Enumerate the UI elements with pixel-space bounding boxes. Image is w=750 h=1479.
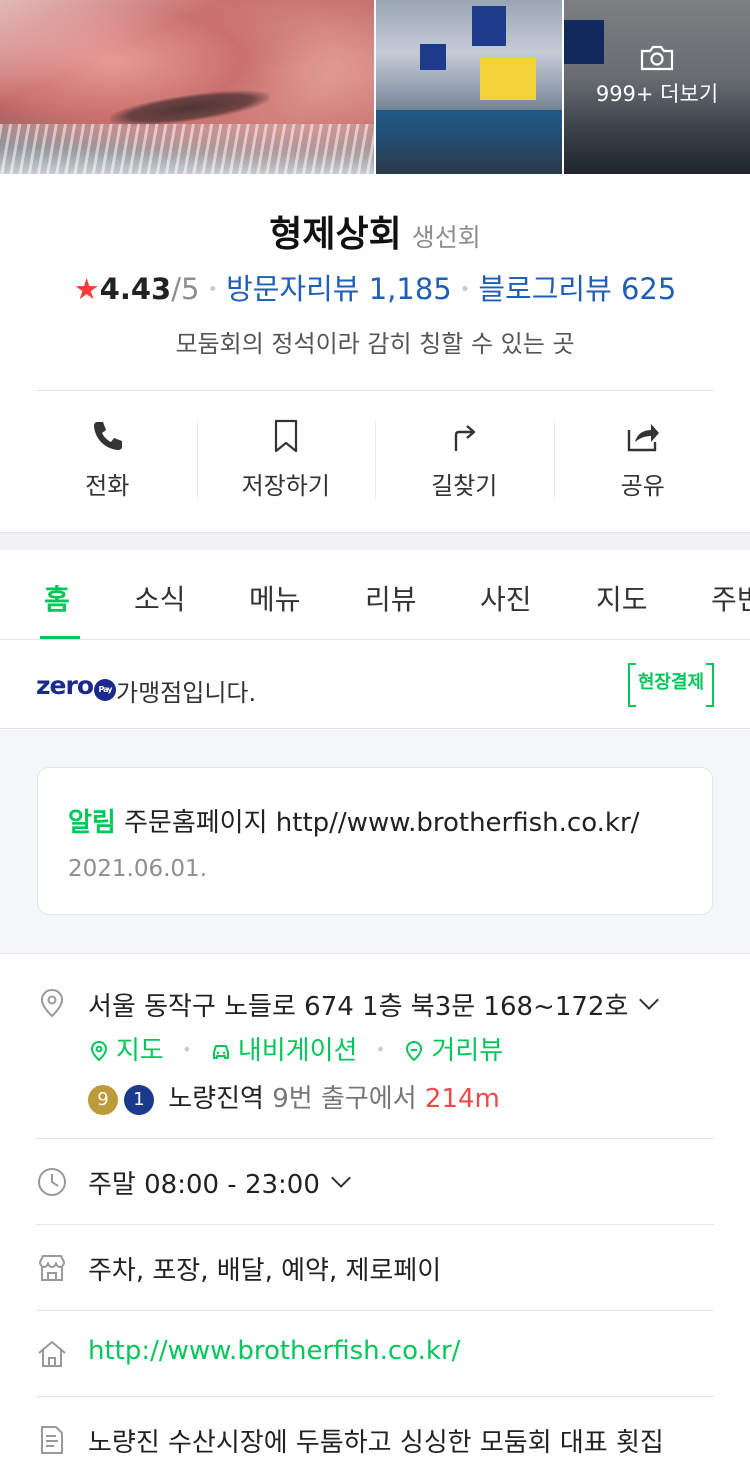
hours-text: 주말 08:00 - 23:00 [88,1170,320,1200]
photo-store-interior[interactable] [376,0,562,174]
blog-reviews-link[interactable]: 블로그리뷰 625 [478,272,676,306]
streetview-icon [406,1040,423,1062]
station-distance: 214m [424,1084,500,1114]
zeropay-logo: zero Pay [36,671,117,701]
amenities-text: 주차, 포장, 배달, 예약, 제로페이 [88,1256,442,1286]
rating-max: /5 [171,272,200,306]
directions-button[interactable]: 길찾기 [375,412,554,512]
directions-label: 길찾기 [431,472,498,500]
location-pin-icon [40,988,64,1018]
divider [36,1138,714,1139]
store-icon [39,1255,65,1281]
onsite-payment-badge: 현장결제 [628,663,714,707]
tab-nearby[interactable]: 주변 [711,578,750,618]
tab-home[interactable]: 홈 [44,578,70,618]
place-tagline: 모둠회의 정석이라 감히 칭할 수 있는 곳 [175,330,575,358]
bookmark-icon [274,419,297,453]
station-row: 91 노량진역 9번 출구에서 214m [88,1078,500,1115]
tab-map[interactable]: 지도 [596,578,648,618]
subway-line-9-badge: 9 [88,1085,118,1115]
visitor-reviews-link[interactable]: 방문자리뷰 1,185 [226,272,452,306]
chevron-down-icon [330,1168,351,1188]
action-bar: 전화 저장하기 길찾기 공유 [18,412,732,512]
notice-text: 주문홈페이지 http//www.brotherfish.co.kr/ [124,808,640,838]
share-button[interactable]: 공유 [553,412,733,512]
streetview-link[interactable]: 거리뷰 [395,1036,503,1066]
rating-row: ★4.43/5 • 방문자리뷰 1,185 • 블로그리뷰 625 [73,272,677,306]
home-icon [38,1341,66,1367]
address-text: 서울 동작구 노들로 674 1층 북3문 168~172호 [88,992,629,1022]
divider [36,1396,714,1397]
star-icon: ★ [73,272,100,306]
tab-bar: 홈 소식 메뉴 리뷰 사진 지도 주변 [0,550,750,640]
tab-reviews[interactable]: 리뷰 [365,578,417,618]
camera-icon [640,45,674,71]
notice-section: 알림 주문홈페이지 http//www.brotherfish.co.kr/ 2… [0,730,750,954]
notice-label: 알림 [68,808,116,838]
zeropay-row: zero Pay 가맹점입니다. 현장결제 [0,641,750,729]
save-label: 저장하기 [241,472,330,500]
station-name: 노량진역 [168,1084,264,1114]
divider [36,390,714,391]
directions-icon [455,425,476,451]
notice-card[interactable]: 알림 주문홈페이지 http//www.brotherfish.co.kr/ 2… [37,767,713,915]
website-link[interactable]: http://www.brotherfish.co.kr/ [88,1336,460,1366]
clock-icon [38,1168,66,1196]
document-icon [41,1426,63,1454]
place-title-row: 형제상회 생선회 [0,205,750,257]
call-button[interactable]: 전화 [18,412,197,512]
tab-menu[interactable]: 메뉴 [249,578,301,618]
share-label: 공유 [620,472,665,500]
navigation-link[interactable]: 내비게이션 [202,1036,366,1066]
photo-sashimi[interactable] [0,0,374,174]
photo-more-button[interactable]: 999+ 더보기 [564,44,750,108]
divider [36,1224,714,1225]
phone-icon [94,422,123,450]
place-category: 생선회 [411,223,481,252]
hours-row[interactable]: 주말 08:00 - 23:00 [88,1164,351,1201]
map-pin-icon [90,1040,108,1062]
save-button[interactable]: 저장하기 [196,412,376,512]
chevron-down-icon [639,990,660,1010]
notice-date: 2021.06.01. [68,856,207,882]
call-label: 전화 [85,472,130,500]
address-links: 지도 • 내비게이션 • 거리뷰 [88,1030,503,1067]
photo-more-label: 999+ 더보기 [595,82,719,106]
place-name: 형제상회 [269,214,402,255]
rating-value: 4.43 [99,272,172,306]
active-tab-indicator [40,636,80,639]
tab-photos[interactable]: 사진 [480,578,532,618]
subway-line-1-badge: 1 [124,1085,154,1115]
description-text: 노량진 수산시장에 두툼하고 싱싱한 모둠회 대표 횟집 [88,1428,664,1458]
car-icon [212,1045,229,1059]
share-icon [627,424,659,452]
tab-news[interactable]: 소식 [134,578,186,618]
zeropay-text: 가맹점입니다. [116,679,257,707]
photo-more[interactable]: 999+ 더보기 [564,0,750,174]
station-exit: 9번 출구에서 [272,1084,417,1114]
divider [36,1310,714,1311]
photo-strip: 999+ 더보기 [0,0,750,174]
map-link[interactable]: 지도 [88,1036,172,1066]
address-row[interactable]: 서울 동작구 노들로 674 1층 북3문 168~172호 [88,986,660,1023]
section-gap [0,532,750,550]
